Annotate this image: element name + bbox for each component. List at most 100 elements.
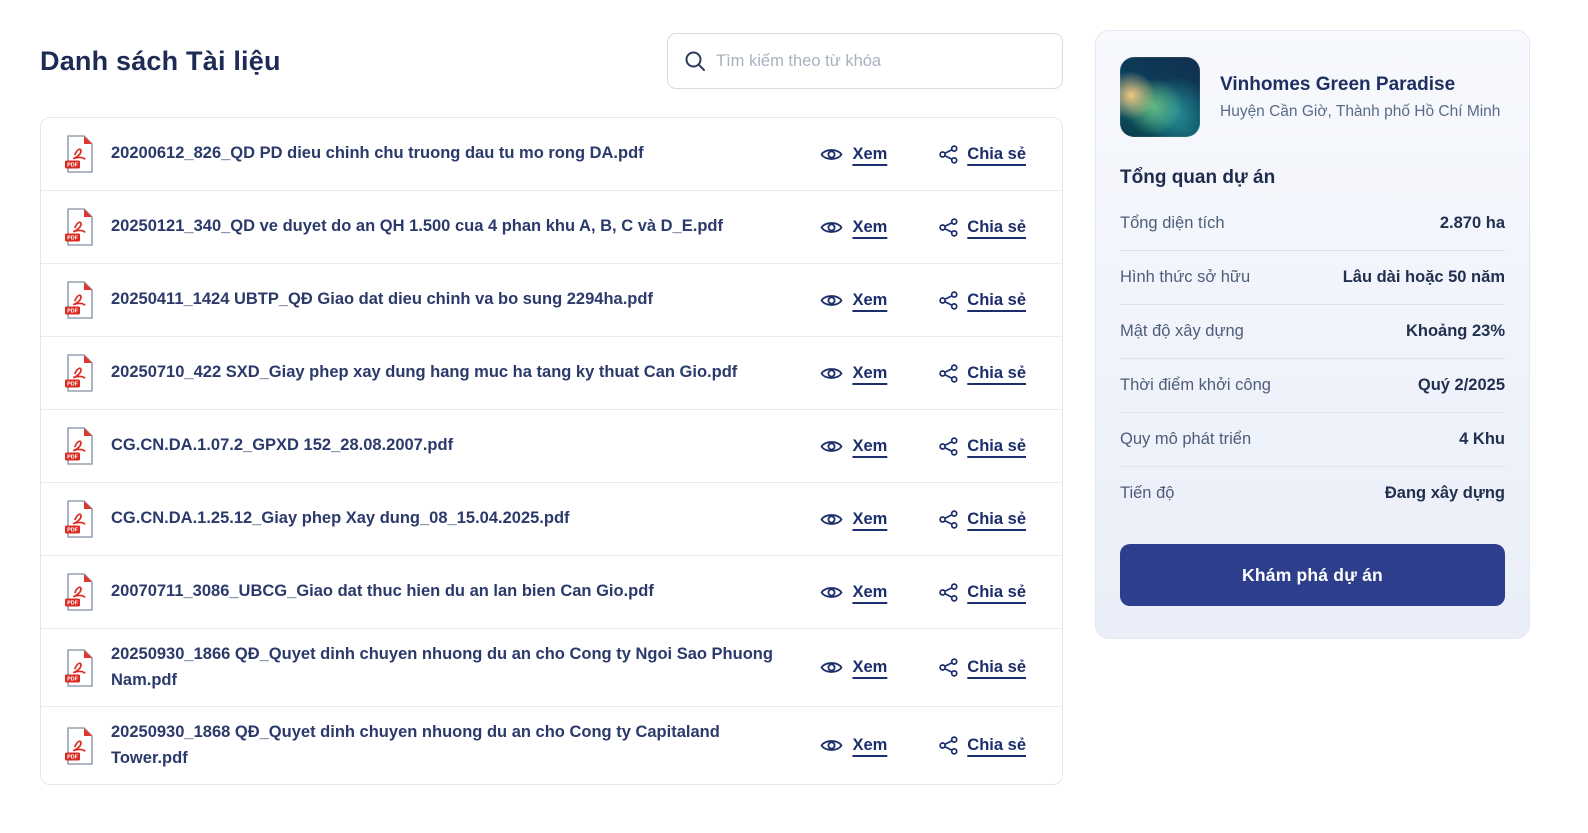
document-actions: Xem Chia sẻ xyxy=(820,658,1026,677)
overview-rows: Tổng diện tích 2.870 ha Hình thức sở hữu… xyxy=(1120,197,1505,520)
document-row: PDF 20250930_1868 QĐ_Quyet dinh chuyen n… xyxy=(41,707,1062,784)
view-link[interactable]: Xem xyxy=(820,437,887,456)
view-link[interactable]: Xem xyxy=(820,218,887,237)
view-link[interactable]: Xem xyxy=(820,510,887,529)
view-link[interactable]: Xem xyxy=(820,736,887,755)
document-filename: 20250710_422 SXD_Giay phep xay dung hang… xyxy=(111,360,804,386)
share-link-label: Chia sẻ xyxy=(967,364,1026,383)
document-filename: 20250930_1868 QĐ_Quyet dinh chuyen nhuon… xyxy=(111,720,804,771)
share-link-label: Chia sẻ xyxy=(967,291,1026,310)
project-thumbnail-image xyxy=(1120,57,1200,137)
document-filename: CG.CN.DA.1.25.12_Giay phep Xay dung_08_1… xyxy=(111,506,804,532)
eye-icon xyxy=(820,584,843,601)
document-row: PDF 20250930_1866 QĐ_Quyet dinh chuyen n… xyxy=(41,629,1062,707)
share-icon xyxy=(939,583,958,602)
share-icon xyxy=(939,291,958,310)
share-link[interactable]: Chia sẻ xyxy=(939,364,1026,383)
view-link[interactable]: Xem xyxy=(820,145,887,164)
document-filename: CG.CN.DA.1.07.2_GPXD 152_28.08.2007.pdf xyxy=(111,433,804,459)
document-row: PDF 20250121_340_QD ve duyet do an QH 1.… xyxy=(41,191,1062,264)
share-link[interactable]: Chia sẻ xyxy=(939,218,1026,237)
svg-text:PDF: PDF xyxy=(67,601,78,607)
project-location: Huyện Cần Giờ, Thành phố Hồ Chí Minh xyxy=(1220,103,1500,121)
document-filename: 20070711_3086_UBCG_Giao dat thuc hien du… xyxy=(111,579,804,605)
document-actions: Xem Chia sẻ xyxy=(820,510,1026,529)
document-filename: 20250121_340_QD ve duyet do an QH 1.500 … xyxy=(111,214,804,240)
pdf-file-icon: PDF xyxy=(63,134,95,174)
svg-text:PDF: PDF xyxy=(67,754,78,760)
view-link-label: Xem xyxy=(852,437,887,456)
share-link-label: Chia sẻ xyxy=(967,658,1026,677)
overview-value: 4 Khu xyxy=(1459,430,1505,449)
share-icon xyxy=(939,736,958,755)
search-input[interactable] xyxy=(667,33,1063,89)
overview-value: Đang xây dựng xyxy=(1385,484,1505,503)
share-link-label: Chia sẻ xyxy=(967,583,1026,602)
document-row: PDF 20250411_1424 UBTP_QĐ Giao dat dieu … xyxy=(41,264,1062,337)
pdf-file-icon: PDF xyxy=(63,280,95,320)
share-link-label: Chia sẻ xyxy=(967,736,1026,755)
project-card: Vinhomes Green Paradise Huyện Cần Giờ, T… xyxy=(1095,30,1530,639)
eye-icon xyxy=(820,365,843,382)
document-filename: 20200612_826_QD PD dieu chinh chu truong… xyxy=(111,141,804,167)
document-actions: Xem Chia sẻ xyxy=(820,583,1026,602)
share-icon xyxy=(939,437,958,456)
overview-value: 2.870 ha xyxy=(1440,214,1505,233)
overview-label: Quy mô phát triển xyxy=(1120,430,1251,449)
pdf-file-icon: PDF xyxy=(63,572,95,612)
share-link[interactable]: Chia sẻ xyxy=(939,583,1026,602)
document-actions: Xem Chia sẻ xyxy=(820,364,1026,383)
overview-row: Tổng diện tích 2.870 ha xyxy=(1120,197,1505,251)
search-box xyxy=(667,33,1063,89)
explore-project-button[interactable]: Khám phá dự án xyxy=(1120,544,1505,606)
eye-icon xyxy=(820,146,843,163)
overview-label: Thời điểm khởi công xyxy=(1120,376,1271,395)
eye-icon xyxy=(820,659,843,676)
search-icon xyxy=(684,50,706,72)
document-actions: Xem Chia sẻ xyxy=(820,736,1026,755)
overview-row: Hình thức sở hữu Lâu dài hoặc 50 năm xyxy=(1120,251,1505,305)
view-link[interactable]: Xem xyxy=(820,583,887,602)
share-icon xyxy=(939,658,958,677)
share-link[interactable]: Chia sẻ xyxy=(939,145,1026,164)
view-link[interactable]: Xem xyxy=(820,291,887,310)
view-link[interactable]: Xem xyxy=(820,364,887,383)
share-link[interactable]: Chia sẻ xyxy=(939,658,1026,677)
document-actions: Xem Chia sẻ xyxy=(820,218,1026,237)
document-row: PDF 20200612_826_QD PD dieu chinh chu tr… xyxy=(41,118,1062,191)
view-link[interactable]: Xem xyxy=(820,658,887,677)
eye-icon xyxy=(820,511,843,528)
pdf-file-icon: PDF xyxy=(63,426,95,466)
share-link[interactable]: Chia sẻ xyxy=(939,291,1026,310)
share-link-label: Chia sẻ xyxy=(967,437,1026,456)
overview-row: Mật độ xây dựng Khoảng 23% xyxy=(1120,305,1505,359)
document-row: PDF 20070711_3086_UBCG_Giao dat thuc hie… xyxy=(41,556,1062,629)
overview-row: Thời điểm khởi công Quý 2/2025 xyxy=(1120,359,1505,413)
documents-panel: Danh sách Tài liệu PDF 20200612_826_QD P… xyxy=(40,30,1063,785)
eye-icon xyxy=(820,219,843,236)
overview-value: Lâu dài hoặc 50 năm xyxy=(1343,268,1505,287)
share-link-label: Chia sẻ xyxy=(967,218,1026,237)
view-link-label: Xem xyxy=(852,218,887,237)
view-link-label: Xem xyxy=(852,510,887,529)
page-title: Danh sách Tài liệu xyxy=(40,46,281,77)
pdf-file-icon: PDF xyxy=(63,648,95,688)
project-header: Vinhomes Green Paradise Huyện Cần Giờ, T… xyxy=(1120,57,1505,137)
document-list: PDF 20200612_826_QD PD dieu chinh chu tr… xyxy=(40,117,1063,785)
share-icon xyxy=(939,145,958,164)
share-icon xyxy=(939,364,958,383)
svg-text:PDF: PDF xyxy=(67,309,78,315)
view-link-label: Xem xyxy=(852,658,887,677)
share-link[interactable]: Chia sẻ xyxy=(939,510,1026,529)
project-heading: Vinhomes Green Paradise Huyện Cần Giờ, T… xyxy=(1220,74,1500,121)
svg-text:PDF: PDF xyxy=(67,236,78,242)
overview-value: Khoảng 23% xyxy=(1406,322,1505,341)
view-link-label: Xem xyxy=(852,583,887,602)
overview-row: Quy mô phát triển 4 Khu xyxy=(1120,413,1505,467)
share-icon xyxy=(939,510,958,529)
share-link[interactable]: Chia sẻ xyxy=(939,736,1026,755)
document-row: PDF CG.CN.DA.1.07.2_GPXD 152_28.08.2007.… xyxy=(41,410,1062,483)
view-link-label: Xem xyxy=(852,736,887,755)
share-link[interactable]: Chia sẻ xyxy=(939,437,1026,456)
pdf-file-icon: PDF xyxy=(63,353,95,393)
